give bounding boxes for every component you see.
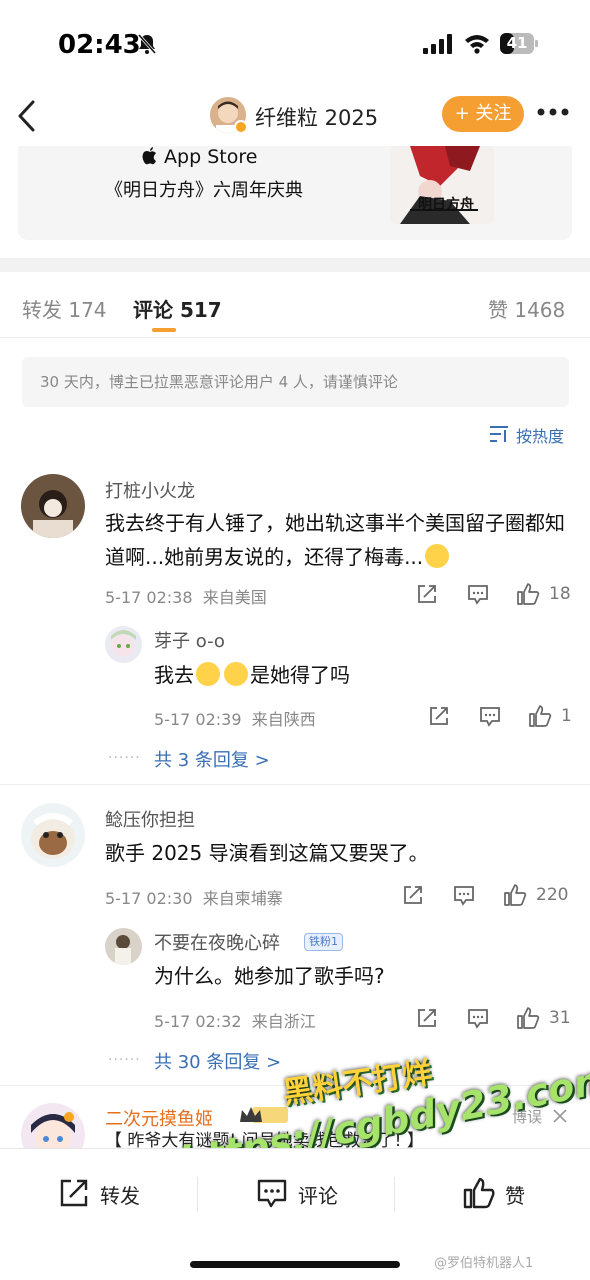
reply-date: 5-17 02:39 xyxy=(154,710,242,729)
source-credit: @罗伯特机器人1 xyxy=(434,1256,534,1271)
more-replies-link[interactable]: 共 30 条回复 > xyxy=(154,1048,281,1074)
comment-username[interactable]: 打桩小火龙 xyxy=(105,477,195,503)
reply-text-end: 是她得了吗 xyxy=(250,663,350,687)
share-icon[interactable] xyxy=(416,1007,438,1029)
author-name[interactable]: 纤维粒 2025 xyxy=(255,102,378,132)
reply-location: 来自陕西 xyxy=(251,710,316,729)
status-time: 02:43 xyxy=(58,30,141,60)
sort-label: 按热度 xyxy=(516,427,565,446)
comment-date: 5-17 02:38 xyxy=(105,588,193,607)
comment-icon xyxy=(257,1179,287,1208)
bell-muted-icon xyxy=(137,34,157,54)
app-store-text: App Store xyxy=(164,146,258,168)
laugh-cry-emoji-icon xyxy=(425,544,450,568)
avatar[interactable] xyxy=(21,803,85,867)
more-replies-link[interactable]: 共 3 条回复 > xyxy=(154,746,270,772)
comment-location: 来自柬埔寨 xyxy=(202,889,283,908)
reply-text: 为什么。她参加了歌手吗? xyxy=(154,964,385,988)
battery-level-text: 41 xyxy=(506,34,528,52)
like-icon[interactable] xyxy=(503,883,527,907)
signal-icon xyxy=(423,34,452,54)
like-icon[interactable] xyxy=(516,582,540,606)
reply-icon[interactable] xyxy=(467,583,489,605)
like-count: 31 xyxy=(549,1008,571,1028)
reply-icon[interactable] xyxy=(467,1007,489,1029)
apple-icon xyxy=(142,147,156,165)
reply-text: 我去 是她得了吗 xyxy=(154,658,554,692)
bottom-action-bar: 转发 评论 赞 @罗伯特机器人1 xyxy=(0,1148,590,1280)
comment-username[interactable]: 鲶压你担担 xyxy=(105,806,195,832)
reply-date: 5-17 02:32 xyxy=(154,1012,242,1031)
card-thumbnail-title: 明日方舟 xyxy=(418,197,474,213)
comment-date: 5-17 02:30 xyxy=(105,889,193,908)
card-subtitle: 《明日方舟》六周年庆典 xyxy=(105,180,303,201)
tab-comment[interactable]: 评论 517 xyxy=(133,294,222,323)
wifi-icon xyxy=(465,35,489,54)
comment-location: 来自美国 xyxy=(202,588,267,607)
nav-bar: 纤维粒 2025 + 关注 xyxy=(0,90,590,146)
thumbs-up-icon xyxy=(463,1177,495,1209)
comment-text: 歌手 2025 导演看到这篇又要哭了。 xyxy=(105,841,429,865)
share-icon[interactable] xyxy=(416,583,438,605)
replies-dots: ······ xyxy=(108,1052,141,1068)
share-icon[interactable] xyxy=(428,705,450,727)
section-gap xyxy=(0,258,590,272)
comment-text: 我去终于有人锤了，她出轨这事半个美国留子圈都知道啊...她前男友说的，还得了梅毒… xyxy=(105,506,565,574)
reply-time: 5-17 02:32 来自浙江 xyxy=(154,1008,316,1032)
like-label: 赞 xyxy=(505,1184,525,1208)
reply-time: 5-17 02:39 来自陕西 xyxy=(154,706,316,730)
home-indicator xyxy=(190,1261,400,1268)
verified-badge xyxy=(234,120,248,134)
reply-username[interactable]: 不要在夜晚心碎 xyxy=(154,929,280,955)
app-store-label: App Store xyxy=(142,146,257,168)
avatar[interactable] xyxy=(105,928,142,965)
comment-time: 5-17 02:38 来自美国 xyxy=(105,584,267,608)
bottom-separator xyxy=(197,1177,198,1211)
repost-icon xyxy=(60,1179,88,1207)
like-icon[interactable] xyxy=(528,704,552,728)
blacklist-notice: 30 天内，博主已拉黑恶意评论用户 4 人，请谨慎评论 xyxy=(22,357,569,407)
back-arrow-icon[interactable] xyxy=(14,98,40,134)
surprised-emoji-icon xyxy=(224,662,248,686)
comment-body: 我去终于有人锤了，她出轨这事半个美国留子圈都知道啊...她前男友说的，还得了梅毒… xyxy=(105,511,565,569)
follow-button[interactable]: + 关注 xyxy=(442,96,524,132)
repost-label: 转发 xyxy=(100,1184,140,1208)
like-count: 18 xyxy=(549,584,571,604)
avatar[interactable] xyxy=(21,474,85,538)
fan-level-badge: 铁粉1 xyxy=(304,933,343,951)
detail-tabs: 转发 174 评论 517 赞 1468 xyxy=(0,272,590,338)
reply-icon[interactable] xyxy=(479,705,501,727)
reply-location: 来自浙江 xyxy=(251,1012,316,1031)
tab-active-indicator xyxy=(152,328,176,332)
battery-indicator: 41 xyxy=(500,33,538,54)
replies-dots: ······ xyxy=(108,750,141,766)
reply-icon[interactable] xyxy=(453,884,475,906)
avatar[interactable] xyxy=(105,626,142,663)
reply-username[interactable]: 芽子 o-o xyxy=(154,627,225,653)
bottom-separator xyxy=(394,1177,395,1211)
status-bar: 02:43 41 xyxy=(0,0,590,90)
like-count: 1 xyxy=(561,706,572,726)
like-count: 220 xyxy=(536,885,569,905)
surprised-emoji-icon xyxy=(196,662,220,686)
comment-label: 评论 xyxy=(298,1184,338,1208)
reply-text-start: 我去 xyxy=(154,663,194,687)
share-icon[interactable] xyxy=(402,884,424,906)
more-icon[interactable] xyxy=(536,106,570,118)
comment-time: 5-17 02:30 来自柬埔寨 xyxy=(105,885,283,909)
tab-repost[interactable]: 转发 174 xyxy=(22,294,107,323)
comment-divider xyxy=(0,784,590,785)
reposted-card[interactable]: App Store 《明日方舟》六周年庆典 明日方舟 xyxy=(18,146,572,240)
sort-icon xyxy=(490,426,508,442)
tab-like[interactable]: 赞 1468 xyxy=(488,294,565,323)
like-icon[interactable] xyxy=(516,1006,540,1030)
card-thumbnail: 明日方舟 xyxy=(390,146,494,224)
